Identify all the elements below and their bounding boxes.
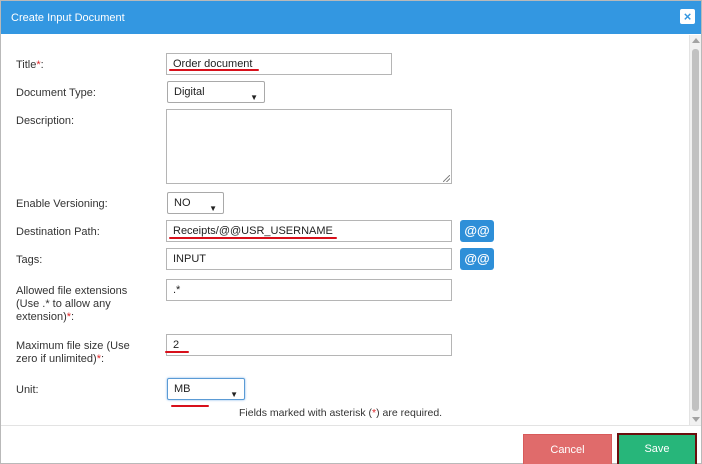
destination-path-label: Destination Path:: [16, 226, 100, 238]
scroll-up-arrow-icon[interactable]: [692, 38, 700, 43]
dropdown-arrow-icon: ▼: [230, 390, 238, 399]
allowed-extensions-input[interactable]: .*: [166, 279, 452, 301]
title-label: Title*:: [16, 59, 44, 71]
dialog-titlebar: Create Input Document ×: [1, 1, 701, 34]
description-textarea[interactable]: [166, 109, 452, 184]
document-type-label: Document Type:: [16, 87, 96, 99]
dialog-title: Create Input Document: [11, 12, 125, 24]
vertical-scrollbar[interactable]: [689, 35, 701, 425]
create-input-document-dialog: Create Input Document × Title*: Order do…: [0, 0, 702, 464]
destination-path-variable-button[interactable]: @@: [460, 220, 494, 242]
unit-label: Unit:: [16, 384, 39, 396]
max-file-size-label: Maximum file size (Use zero if unlimited…: [16, 340, 130, 365]
dropdown-arrow-icon: ▼: [250, 93, 258, 102]
enable-versioning-label: Enable Versioning:: [16, 198, 108, 210]
save-button[interactable]: Save: [617, 433, 697, 464]
unit-annotation-underline: [171, 405, 209, 407]
tags-input[interactable]: INPUT: [166, 248, 452, 270]
title-input[interactable]: Order document: [166, 53, 392, 75]
document-type-value: Digital: [174, 86, 205, 98]
title-annotation-underline: [169, 69, 259, 71]
destination-path-annotation-underline: [169, 237, 337, 239]
tags-variable-button[interactable]: @@: [460, 248, 494, 270]
scroll-down-arrow-icon[interactable]: [692, 417, 700, 422]
enable-versioning-select[interactable]: NO ▼: [167, 192, 224, 214]
description-label: Description:: [16, 115, 75, 127]
max-file-size-annotation-underline: [165, 351, 189, 353]
dialog-footer: Cancel Save: [1, 425, 701, 464]
max-file-size-input[interactable]: 2: [166, 334, 452, 356]
close-icon[interactable]: ×: [680, 9, 695, 24]
enable-versioning-value: NO: [174, 197, 191, 209]
tags-label: Tags:: [16, 254, 43, 266]
scroll-thumb[interactable]: [692, 49, 699, 411]
required-fields-note: Fields marked with asterisk (*) are requ…: [239, 407, 443, 419]
dropdown-arrow-icon: ▼: [209, 204, 217, 213]
unit-select[interactable]: MB ▼: [167, 378, 245, 400]
cancel-button[interactable]: Cancel: [523, 434, 612, 464]
allowed-extensions-label: Allowed file extensions (Use .* to allow…: [16, 285, 128, 323]
document-type-select[interactable]: Digital ▼: [167, 81, 265, 103]
resize-grip-icon[interactable]: [443, 175, 450, 182]
unit-value: MB: [174, 383, 191, 395]
